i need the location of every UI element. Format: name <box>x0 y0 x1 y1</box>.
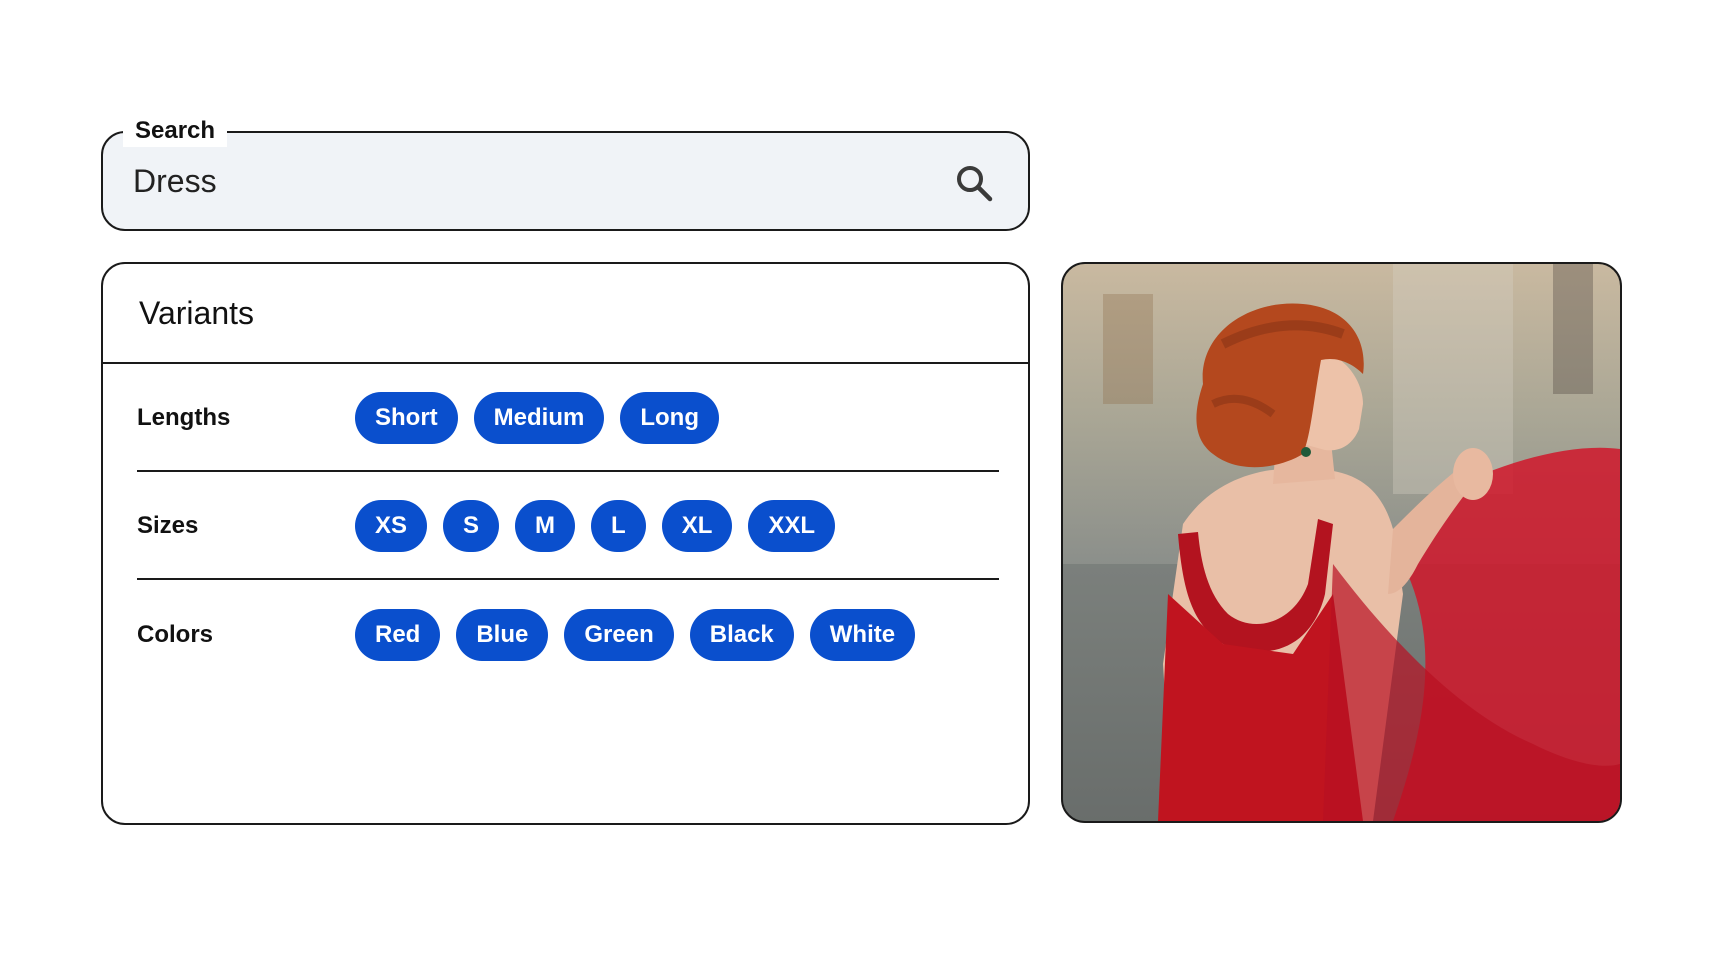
variant-row-lengths: Lengths Short Medium Long <box>137 366 999 472</box>
sizes-label: Sizes <box>137 512 199 539</box>
chip-long[interactable]: Long <box>620 392 719 444</box>
chip-l[interactable]: L <box>591 500 646 552</box>
chip-xxl[interactable]: XXL <box>748 500 836 552</box>
chip-xl[interactable]: XL <box>661 500 733 552</box>
dress-model-illustration <box>1063 264 1620 821</box>
search-input[interactable] <box>133 157 933 205</box>
chip-m[interactable]: M <box>515 500 576 552</box>
search-icon[interactable] <box>954 163 994 203</box>
variants-title: Variants <box>139 294 255 331</box>
variants-header: Variants <box>103 264 1028 364</box>
chip-blue[interactable]: Blue <box>456 609 549 661</box>
page: Search Variants Lengths Short Medium Lon… <box>0 0 1712 964</box>
chip-s[interactable]: S <box>443 500 500 552</box>
chip-medium[interactable]: Medium <box>473 392 605 444</box>
variants-card: Variants Lengths Short Medium Long Sizes… <box>101 262 1030 825</box>
chip-xs[interactable]: XS <box>355 500 428 552</box>
colors-label: Colors <box>137 621 214 648</box>
variant-row-sizes: Sizes XS S M L XL XXL <box>137 474 999 580</box>
product-image <box>1061 262 1622 823</box>
search-field[interactable]: Search <box>101 115 1030 231</box>
chip-red[interactable]: Red <box>355 609 441 661</box>
colors-chips: Red Blue Green Black White <box>355 609 916 661</box>
sizes-chips: XS S M L XL XXL <box>355 500 836 552</box>
chip-black[interactable]: Black <box>689 609 794 661</box>
search-label: Search <box>123 115 228 147</box>
chip-short[interactable]: Short <box>355 392 458 444</box>
lengths-chips: Short Medium Long <box>355 392 719 444</box>
chip-white[interactable]: White <box>809 609 916 661</box>
variant-row-colors: Colors Red Blue Green Black White <box>137 582 999 688</box>
chip-green[interactable]: Green <box>564 609 674 661</box>
lengths-label: Lengths <box>137 404 231 431</box>
